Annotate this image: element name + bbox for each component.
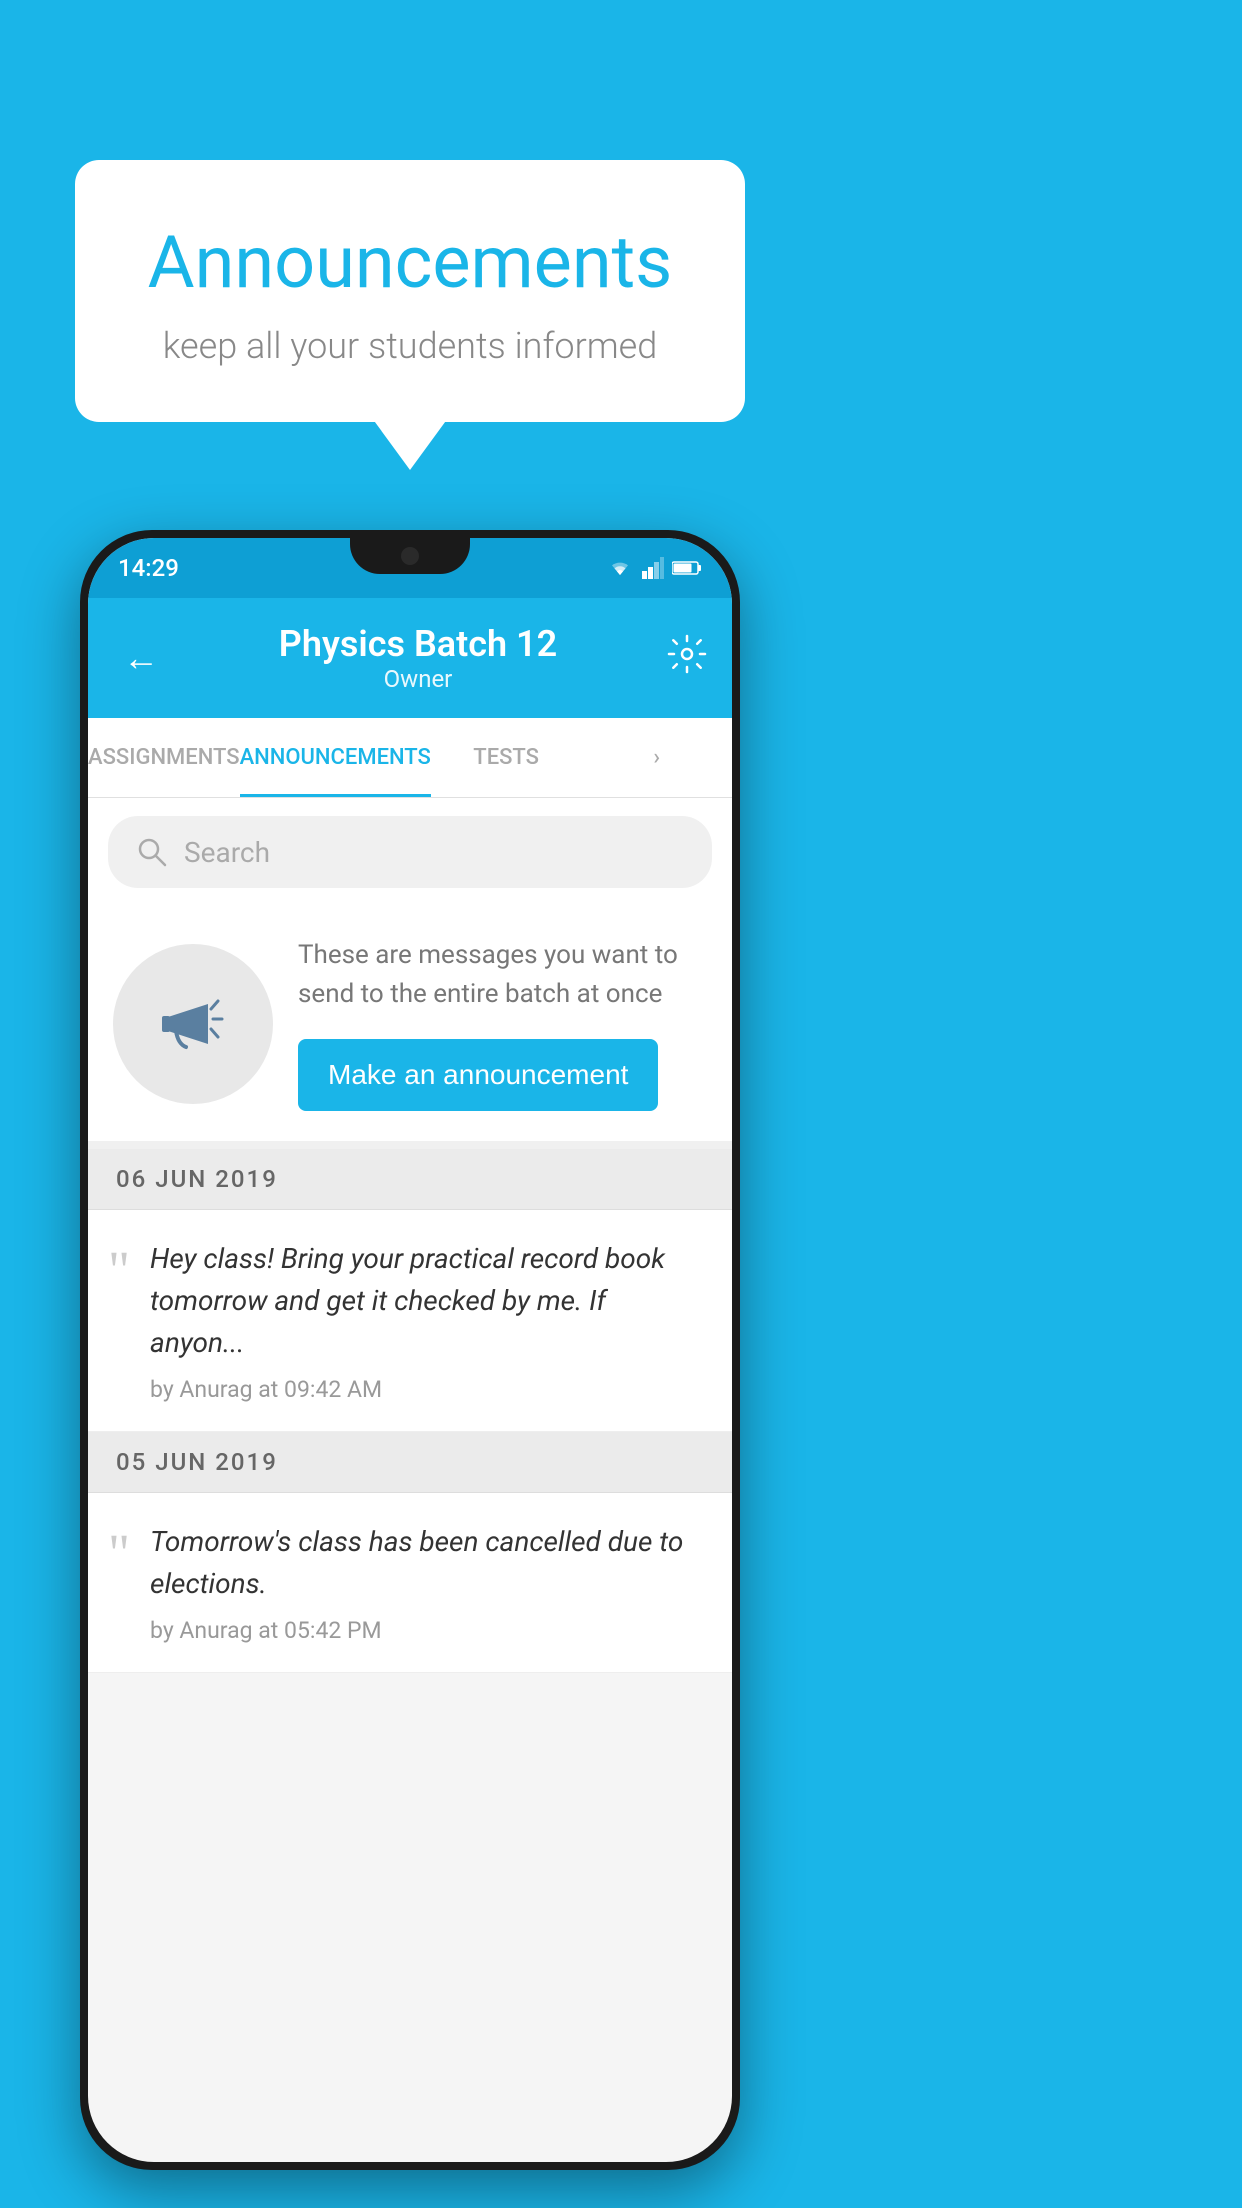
wifi-icon [606, 557, 634, 579]
announcement-text-2: Tomorrow's class has been cancelled due … [150, 1521, 704, 1605]
camera-circle [401, 547, 419, 565]
date-separator-2: 05 JUN 2019 [88, 1432, 732, 1493]
date-separator-1: 06 JUN 2019 [88, 1149, 732, 1210]
announcement-meta-2: by Anurag at 05:42 PM [150, 1617, 704, 1644]
signal-icon [642, 557, 664, 579]
announcement-item-1[interactable]: " Hey class! Bring your practical record… [88, 1210, 732, 1432]
announcement-description: These are messages you want to send to t… [298, 936, 707, 1014]
status-time: 14:29 [118, 554, 179, 582]
status-bar: 14:29 [88, 538, 732, 598]
announcement-meta-1: by Anurag at 09:42 AM [150, 1376, 704, 1403]
announcement-item-2[interactable]: " Tomorrow's class has been cancelled du… [88, 1493, 732, 1673]
bubble-subtitle: keep all your students informed [145, 325, 675, 367]
header-subtitle: Owner [169, 665, 667, 693]
search-bar[interactable]: Search [108, 816, 712, 888]
announcement-text-1: Hey class! Bring your practical record b… [150, 1238, 704, 1364]
app-header: ← Physics Batch 12 Owner [88, 598, 732, 718]
speech-bubble-card: Announcements keep all your students inf… [75, 160, 745, 422]
tabs-bar: ASSIGNMENTS ANNOUNCEMENTS TESTS › [88, 718, 732, 798]
tab-assignments[interactable]: ASSIGNMENTS [88, 718, 240, 797]
search-bar-wrap: Search [88, 798, 732, 906]
tab-announcements[interactable]: ANNOUNCEMENTS [240, 718, 431, 797]
tab-more[interactable]: › [581, 718, 732, 797]
make-announcement-button[interactable]: Make an announcement [298, 1039, 658, 1111]
announcement-body-2: Tomorrow's class has been cancelled due … [150, 1521, 704, 1644]
status-icons [606, 557, 702, 579]
announcement-body-1: Hey class! Bring your practical record b… [150, 1238, 704, 1403]
back-button[interactable]: ← [113, 627, 169, 689]
header-title: Physics Batch 12 [169, 623, 667, 665]
bubble-title: Announcements [145, 220, 675, 305]
phone-notch [350, 538, 470, 574]
search-placeholder: Search [184, 836, 270, 869]
search-icon [136, 836, 168, 868]
phone-frame: 14:29 [80, 530, 740, 2170]
quote-icon-1: " [108, 1243, 130, 1297]
megaphone-icon [148, 979, 238, 1069]
settings-button[interactable] [667, 634, 707, 682]
announcement-icon-circle [113, 944, 273, 1104]
phone-inner: 14:29 [88, 538, 732, 2162]
header-center: Physics Batch 12 Owner [169, 623, 667, 693]
quote-icon-2: " [108, 1526, 130, 1580]
announcement-prompt-section: These are messages you want to send to t… [88, 906, 732, 1149]
announcement-right-panel: These are messages you want to send to t… [298, 936, 707, 1111]
tab-tests[interactable]: TESTS [431, 718, 582, 797]
battery-icon [672, 560, 702, 576]
